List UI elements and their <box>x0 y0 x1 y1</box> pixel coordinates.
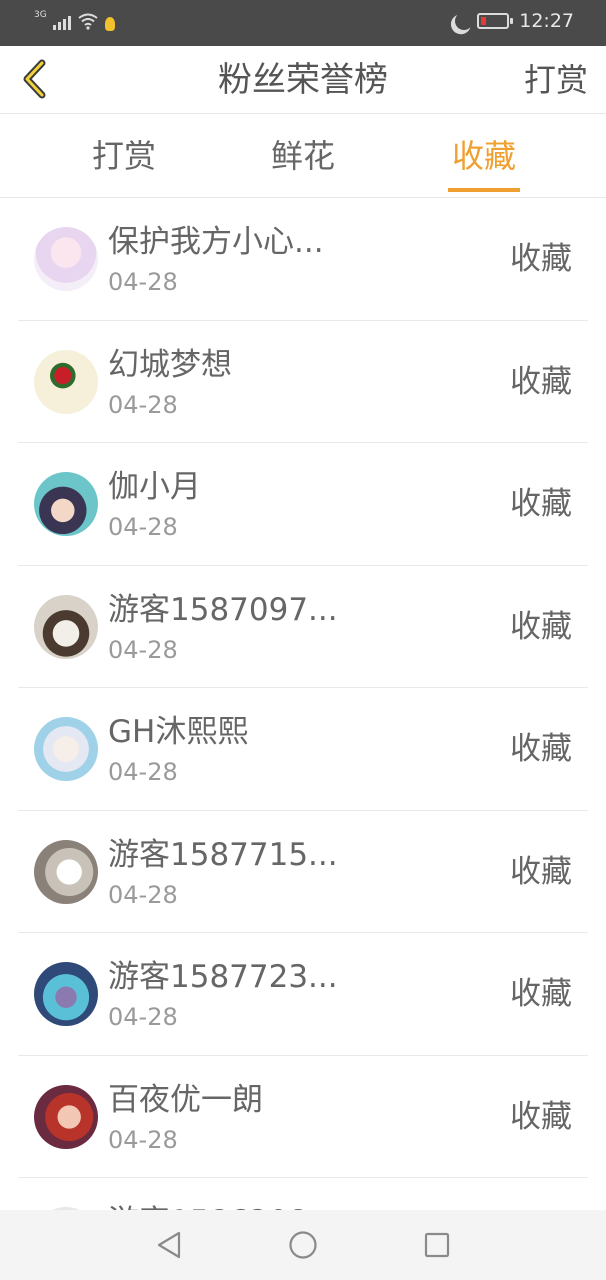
nav-back-button[interactable] <box>145 1221 193 1269</box>
fan-date: 04-28 <box>108 635 178 664</box>
status-right: 12:27 <box>449 10 574 32</box>
fan-name: 伽小月 <box>108 469 201 505</box>
back-triangle-icon <box>157 1231 181 1259</box>
navigation-bar <box>0 1210 606 1280</box>
tab-favorites[interactable]: 收藏 <box>424 114 544 198</box>
moon-icon <box>453 9 476 32</box>
avatar <box>34 349 98 414</box>
network-type: 3G <box>34 10 47 20</box>
fan-date: 04-28 <box>108 268 178 296</box>
fan-name: 保护我方小心... <box>108 224 324 260</box>
fan-date: 04-28 <box>108 390 178 419</box>
tip-button[interactable]: 打赏 <box>524 46 588 114</box>
home-circle-icon <box>289 1231 317 1259</box>
list-item[interactable]: 游客1587723... 04-28 收藏 <box>18 933 588 1056</box>
status-left: 3G <box>34 10 115 31</box>
favorite-label: 收藏 <box>510 731 572 767</box>
page-title: 粉丝荣誉榜 <box>218 60 388 100</box>
fan-date: 04-28 <box>108 880 178 909</box>
list-item[interactable]: 游客1586208 <box>18 1178 588 1210</box>
avatar <box>34 962 98 1026</box>
avatar <box>34 227 98 291</box>
tab-tip[interactable]: 打赏 <box>64 114 184 198</box>
tab-label: 收藏 <box>451 137 516 175</box>
fan-name: 游客1586208 <box>108 1196 348 1210</box>
battery-icon <box>477 13 514 29</box>
tab-underline <box>448 188 520 192</box>
favorite-label: 收藏 <box>510 363 572 400</box>
tab-label: 打赏 <box>91 137 156 175</box>
tab-flowers[interactable]: 鲜花 <box>243 114 363 198</box>
tab-bar: 打赏 鲜花 收藏 <box>0 114 606 198</box>
fan-date: 04-28 <box>108 513 178 541</box>
avatar <box>34 1084 98 1149</box>
fan-name: 百夜优一朗 <box>108 1081 263 1118</box>
tab-label: 鲜花 <box>270 137 335 175</box>
fan-name: 游客1587097... <box>108 591 338 628</box>
list-item[interactable]: 游客1587097... 04-28 收藏 <box>18 566 588 688</box>
fan-date: 04-28 <box>108 1125 178 1154</box>
favorite-label: 收藏 <box>510 976 572 1012</box>
list-item[interactable]: 百夜优一朗 04-28 收藏 <box>18 1056 588 1178</box>
avatar <box>34 839 98 904</box>
favorite-label: 收藏 <box>510 1098 572 1135</box>
nav-recents-button[interactable] <box>413 1221 461 1269</box>
list-item[interactable]: 幻城梦想 04-28 收藏 <box>18 321 588 443</box>
header: 粉丝荣誉榜 打赏 <box>0 46 606 114</box>
avatar <box>34 717 98 781</box>
nav-home-button[interactable] <box>279 1221 327 1269</box>
status-time: 12:27 <box>519 10 574 32</box>
status-bar: 3G 12:27 <box>0 0 606 46</box>
favorite-label: 收藏 <box>510 853 572 890</box>
favorite-label: 收藏 <box>510 486 572 522</box>
fan-name: 游客1587715... <box>108 836 338 873</box>
bulb-icon <box>104 17 115 31</box>
list-item[interactable]: 游客1587715... 04-28 收藏 <box>18 811 588 933</box>
fan-list: 保护我方小心... 04-28 收藏 幻城梦想 04-28 收藏 伽小月 04-… <box>0 198 606 1210</box>
fan-name: 幻城梦想 <box>108 346 232 383</box>
list-item[interactable]: 保护我方小心... 04-28 收藏 <box>18 198 588 321</box>
fan-name: GH沐熙熙 <box>108 714 249 750</box>
fan-name: 游客1587723... <box>108 959 338 995</box>
favorite-label: 收藏 <box>510 608 572 645</box>
avatar <box>34 594 98 659</box>
list-item[interactable]: GH沐熙熙 04-28 收藏 <box>18 688 588 811</box>
list-item[interactable]: 伽小月 04-28 收藏 <box>18 443 588 566</box>
fan-date: 04-28 <box>108 758 178 786</box>
signal-icon <box>52 14 71 30</box>
fan-date: 04-28 <box>108 1003 178 1031</box>
recents-square-icon <box>424 1232 450 1258</box>
avatar <box>34 472 98 536</box>
favorite-label: 收藏 <box>510 241 572 277</box>
wifi-icon <box>77 12 99 30</box>
